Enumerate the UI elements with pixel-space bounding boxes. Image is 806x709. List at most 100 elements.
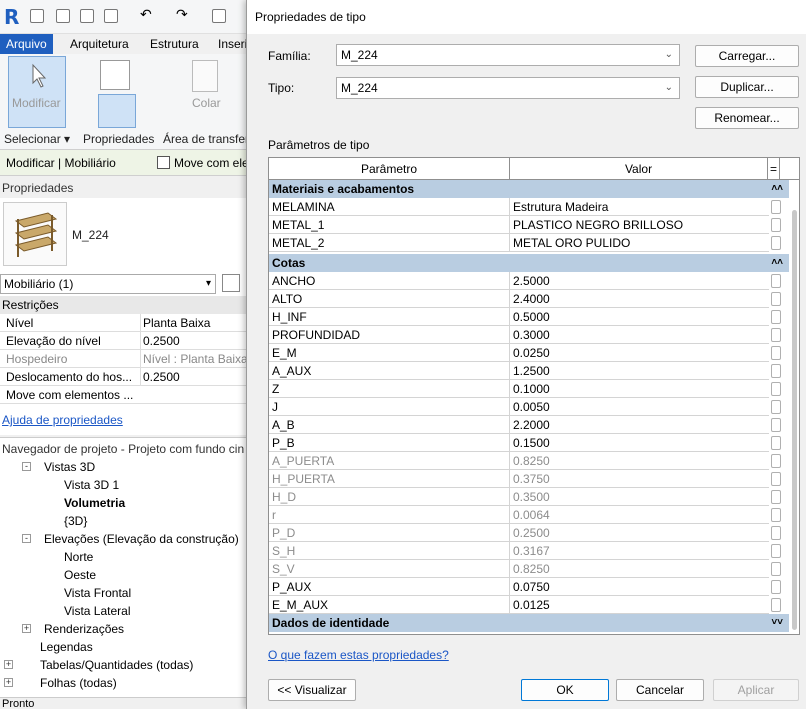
- column-header-value[interactable]: Valor: [510, 158, 768, 180]
- tab-estrutura[interactable]: Estrutura: [144, 34, 205, 54]
- parameter-value[interactable]: 0.1000: [510, 380, 769, 398]
- parameter-value[interactable]: 0.3000: [510, 326, 769, 344]
- scrollbar-thumb[interactable]: [792, 210, 797, 630]
- associate-parameter-button[interactable]: [771, 544, 781, 558]
- properties-help-link[interactable]: Ajuda de propriedades: [2, 413, 123, 427]
- collapse-chevron-icon[interactable]: ˄˄: [771, 254, 783, 272]
- associate-parameter-button[interactable]: [771, 328, 781, 342]
- expand-icon[interactable]: +: [4, 660, 13, 669]
- edit-type-button[interactable]: [222, 274, 240, 292]
- browser-item[interactable]: Vista Frontal: [64, 584, 131, 602]
- parameter-row[interactable]: ANCHO 2.5000: [269, 272, 769, 290]
- parameter-value[interactable]: 0.0125: [510, 596, 769, 614]
- browser-item[interactable]: Legendas: [40, 638, 93, 656]
- parameter-value[interactable]: 1.2500: [510, 362, 769, 380]
- parameter-row[interactable]: r 0.0064: [269, 506, 769, 524]
- column-header-formula[interactable]: =: [768, 158, 780, 180]
- select-menu[interactable]: Selecionar ▾: [4, 132, 70, 146]
- associate-parameter-button[interactable]: [771, 400, 781, 414]
- home-icon[interactable]: [30, 9, 44, 23]
- parameter-value[interactable]: 2.4000: [510, 290, 769, 308]
- parameter-row[interactable]: ALTO 2.4000: [269, 290, 769, 308]
- parameter-value[interactable]: 0.5000: [510, 308, 769, 326]
- browser-item[interactable]: Renderizações: [44, 620, 124, 638]
- tab-arquivo[interactable]: Arquivo: [0, 34, 53, 54]
- parameter-row[interactable]: A_PUERTA 0.8250: [269, 452, 769, 470]
- ok-button[interactable]: OK: [521, 679, 609, 701]
- grid-scrollbar[interactable]: [790, 180, 799, 634]
- print-icon[interactable]: [212, 9, 226, 23]
- properties-button[interactable]: [98, 94, 136, 128]
- associate-parameter-button[interactable]: [771, 292, 781, 306]
- property-row[interactable]: Hospedeiro Nível : Planta Baixa: [0, 350, 246, 368]
- rename-button[interactable]: Renomear...: [695, 107, 799, 129]
- collapse-chevron-icon[interactable]: ˅˅: [771, 614, 783, 632]
- apply-button[interactable]: Aplicar: [713, 679, 799, 701]
- associate-parameter-button[interactable]: [771, 580, 781, 594]
- type-select[interactable]: M_224 ⌄: [336, 77, 680, 99]
- parameter-row[interactable]: A_B 2.2000: [269, 416, 769, 434]
- what-do-these-properties-do-link[interactable]: O que fazem estas propriedades?: [268, 648, 449, 662]
- redo-icon[interactable]: ↷: [176, 6, 190, 22]
- parameter-row[interactable]: S_H 0.3167: [269, 542, 769, 560]
- property-row[interactable]: Deslocamento do hos... 0.2500: [0, 368, 246, 386]
- revit-logo-icon[interactable]: R: [4, 5, 19, 29]
- parameter-row[interactable]: J 0.0050: [269, 398, 769, 416]
- associate-parameter-button[interactable]: [771, 472, 781, 486]
- browser-item[interactable]: Vista Lateral: [64, 602, 131, 620]
- parameter-row[interactable]: Z 0.1000: [269, 380, 769, 398]
- parameter-value[interactable]: 0.0250: [510, 344, 769, 362]
- associate-parameter-button[interactable]: [771, 526, 781, 540]
- browser-item[interactable]: Norte: [64, 548, 93, 566]
- move-with-checkbox[interactable]: [157, 156, 170, 169]
- associate-parameter-button[interactable]: [771, 364, 781, 378]
- associate-parameter-button[interactable]: [771, 508, 781, 522]
- associate-parameter-button[interactable]: [771, 218, 781, 232]
- property-value[interactable]: 0.2500: [140, 368, 246, 386]
- parameter-row[interactable]: P_AUX 0.0750: [269, 578, 769, 596]
- sync-icon[interactable]: [104, 9, 118, 23]
- paste-icon[interactable]: [192, 60, 218, 92]
- parameter-group-header[interactable]: Dados de identidade ˅˅: [269, 614, 789, 632]
- category-selector[interactable]: Mobiliário (1) ▾: [0, 274, 216, 294]
- parameter-value[interactable]: 0.1500: [510, 434, 769, 452]
- associate-parameter-button[interactable]: [771, 382, 781, 396]
- parameter-value[interactable]: 2.5000: [510, 272, 769, 290]
- associate-parameter-button[interactable]: [771, 490, 781, 504]
- parameter-row[interactable]: S_V 0.8250: [269, 560, 769, 578]
- property-row[interactable]: Nível Planta Baixa: [0, 314, 246, 332]
- open-icon[interactable]: [56, 9, 70, 23]
- parameter-row[interactable]: E_M_AUX 0.0125: [269, 596, 769, 614]
- parameter-row[interactable]: METAL_1 PLASTICO NEGRO BRILLOSO: [269, 216, 769, 234]
- collapse-icon[interactable]: -: [22, 462, 31, 471]
- associate-parameter-button[interactable]: [771, 598, 781, 612]
- parameter-value[interactable]: Estrutura Madeira: [510, 198, 769, 216]
- duplicate-button[interactable]: Duplicar...: [695, 76, 799, 98]
- parameter-row[interactable]: A_AUX 1.2500: [269, 362, 769, 380]
- parameter-value[interactable]: PLASTICO NEGRO BRILLOSO: [510, 216, 769, 234]
- modify-button[interactable]: [8, 56, 66, 128]
- browser-item[interactable]: Oeste: [64, 566, 96, 584]
- browser-item[interactable]: {3D}: [64, 512, 87, 530]
- parameter-row[interactable]: PROFUNDIDAD 0.3000: [269, 326, 769, 344]
- parameter-row[interactable]: H_PUERTA 0.3750: [269, 470, 769, 488]
- browser-item[interactable]: Tabelas/Quantidades (todas): [40, 656, 193, 674]
- associate-parameter-button[interactable]: [771, 454, 781, 468]
- associate-parameter-button[interactable]: [771, 200, 781, 214]
- undo-icon[interactable]: ↶: [140, 6, 154, 22]
- expand-icon[interactable]: +: [4, 678, 13, 687]
- parameter-group-header[interactable]: Cotas ˄˄: [269, 254, 789, 272]
- type-properties-icon[interactable]: [100, 60, 130, 90]
- property-value[interactable]: Nível : Planta Baixa: [140, 350, 246, 368]
- associate-parameter-button[interactable]: [771, 274, 781, 288]
- browser-item[interactable]: Folhas (todas): [40, 674, 117, 692]
- property-row[interactable]: Elevação do nível 0.2500: [0, 332, 246, 350]
- browser-item[interactable]: Vista 3D 1: [64, 476, 119, 494]
- preview-button[interactable]: << Visualizar: [268, 679, 356, 701]
- associate-parameter-button[interactable]: [771, 418, 781, 432]
- family-select[interactable]: M_224 ⌄: [336, 44, 680, 66]
- column-header-parameter[interactable]: Parâmetro: [269, 158, 510, 180]
- browser-item[interactable]: Vistas 3D: [44, 458, 95, 476]
- property-value[interactable]: 0.2500: [140, 332, 246, 350]
- associate-parameter-button[interactable]: [771, 236, 781, 250]
